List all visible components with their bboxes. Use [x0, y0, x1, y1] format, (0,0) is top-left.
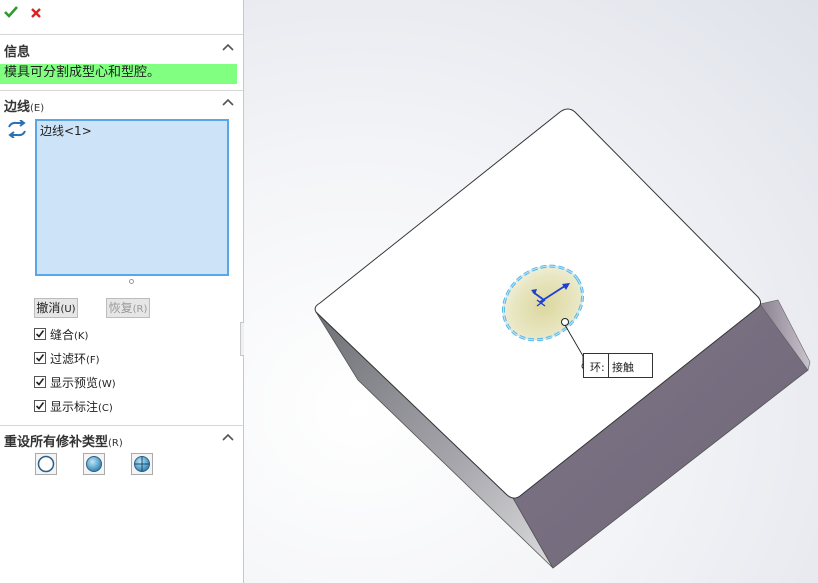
property-manager-panel: 信息 模具可分割成型心和型腔。 边线(E) 边线<1> 撤消(U) 恢复(R) …: [0, 0, 244, 583]
tangent-fill-button[interactable]: [131, 453, 153, 475]
divider: [0, 34, 243, 35]
show-callouts-checkbox[interactable]: 显示标注(C): [34, 398, 214, 416]
info-title: 信息: [4, 45, 31, 60]
contact-fill-icon: [86, 456, 102, 472]
list-resize-handle[interactable]: [129, 279, 134, 284]
cancel-button[interactable]: [30, 5, 44, 21]
tangent-fill-icon: [134, 456, 150, 472]
checkbox-label: 缝合(K): [50, 328, 89, 342]
checkbox-box[interactable]: [34, 328, 46, 340]
restore-button[interactable]: 恢复(R): [106, 298, 150, 318]
checkbox-box[interactable]: [34, 376, 46, 388]
model-view: [314, 108, 811, 569]
checkbox-box[interactable]: [34, 400, 46, 412]
confirm-button[interactable]: [4, 5, 18, 21]
callout-label: 环:: [590, 361, 605, 374]
contact-fill-button[interactable]: [83, 453, 105, 475]
info-section-header[interactable]: 信息: [0, 38, 243, 60]
filter-loops-checkbox[interactable]: 过滤环(F): [34, 350, 214, 368]
callout-anchor[interactable]: [561, 318, 569, 326]
checkbox-label: 显示预览(W): [50, 376, 116, 390]
edges-title: 边线(E): [4, 100, 45, 115]
action-bar: [0, 0, 243, 30]
no-fill-button[interactable]: [35, 453, 57, 475]
x-icon: [31, 8, 41, 18]
edges-selection-list[interactable]: 边线<1>: [35, 119, 229, 276]
checkbox-box[interactable]: [34, 352, 46, 364]
chevron-up-icon[interactable]: [221, 40, 235, 54]
graphics-viewport[interactable]: 环: 接触: [244, 0, 818, 583]
show-preview-checkbox[interactable]: 显示预览(W): [34, 374, 214, 392]
info-message: 模具可分割成型心和型腔。: [0, 64, 237, 84]
checkbox-label: 显示标注(C): [50, 400, 113, 414]
undo-button[interactable]: 撤消(U): [34, 298, 78, 318]
checkmark-icon: [4, 6, 18, 18]
divider: [0, 90, 243, 91]
swap-edges-icon[interactable]: [6, 120, 28, 138]
checkbox-label: 过滤环(F): [50, 352, 100, 366]
callout-value[interactable]: 接触: [612, 359, 634, 375]
list-item[interactable]: 边线<1>: [40, 122, 92, 139]
chevron-up-icon[interactable]: [221, 430, 235, 444]
stitch-checkbox[interactable]: 缝合(K): [34, 326, 214, 344]
callout-separator: [608, 354, 609, 377]
chevron-up-icon[interactable]: [221, 95, 235, 109]
edges-section-header[interactable]: 边线(E): [0, 93, 243, 115]
reset-patch-types-title: 重设所有修补类型(R): [4, 435, 123, 450]
divider: [0, 425, 243, 426]
loop-callout[interactable]: 环: 接触: [583, 353, 653, 378]
no-fill-icon: [37, 455, 55, 473]
reset-patch-types-header[interactable]: 重设所有修补类型(R): [0, 428, 243, 450]
